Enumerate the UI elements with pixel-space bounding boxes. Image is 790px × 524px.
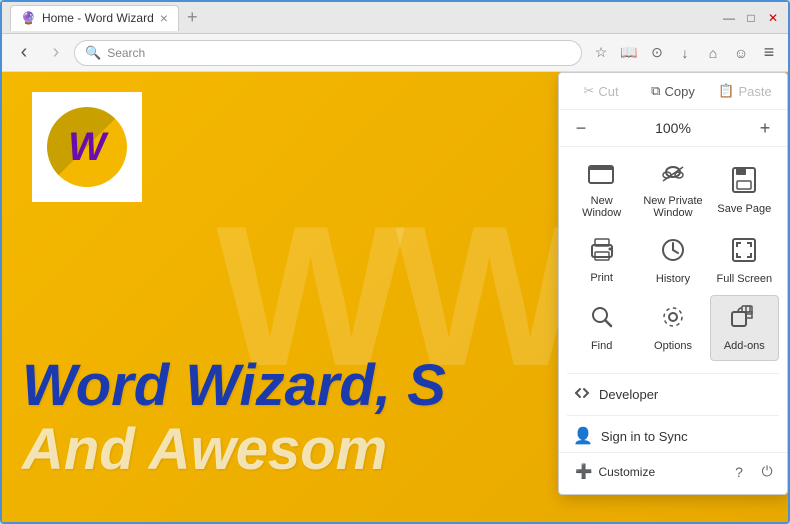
logo-letter: W bbox=[68, 125, 106, 170]
browser-window: 🔮 Home - Word Wizard × + — □ ✕ ‹ › 🔍 Sea… bbox=[0, 0, 790, 524]
pocket-icon[interactable]: ⊙ bbox=[646, 42, 668, 64]
zoom-in-button[interactable]: + bbox=[751, 114, 779, 142]
menu-private-window[interactable]: New Private Window bbox=[638, 155, 707, 227]
logo-container: W bbox=[32, 92, 142, 202]
menu-new-window[interactable]: New Window bbox=[567, 155, 636, 227]
print-label: Print bbox=[590, 272, 613, 284]
menu-options[interactable]: Options bbox=[638, 295, 707, 361]
tab-favicon: 🔮 bbox=[21, 11, 36, 25]
close-window-button[interactable]: ✕ bbox=[766, 11, 780, 25]
maximize-button[interactable]: □ bbox=[744, 11, 758, 25]
heading-line2-text: And Awesom bbox=[22, 417, 387, 482]
fullscreen-label: Full Screen bbox=[717, 273, 773, 285]
find-icon bbox=[589, 304, 615, 336]
tab-close-button[interactable]: × bbox=[160, 10, 168, 26]
heading-line1: Word Wizard, S bbox=[22, 354, 446, 418]
copy-icon: ⧉ bbox=[651, 83, 660, 99]
menu-separator-1 bbox=[567, 373, 779, 374]
cut-icon: ✂ bbox=[583, 83, 594, 99]
menu-history[interactable]: History bbox=[638, 229, 707, 293]
navigation-bar: ‹ › 🔍 Search ☆ 📖 ⊙ ↓ ⌂ ☺ ≡ bbox=[2, 34, 788, 72]
paste-button[interactable]: 📋 Paste bbox=[711, 79, 779, 103]
copy-button[interactable]: ⧉ Copy bbox=[639, 79, 707, 103]
logo-box: W bbox=[32, 92, 142, 202]
menu-separator-2 bbox=[567, 415, 779, 416]
menu-save-page[interactable]: Save Page bbox=[710, 155, 779, 227]
forward-icon: › bbox=[53, 41, 60, 64]
new-tab-button[interactable]: + bbox=[187, 7, 198, 28]
save-page-icon bbox=[731, 167, 757, 199]
menu-grid: New Window New Private Window bbox=[559, 147, 787, 369]
window-controls: — □ ✕ bbox=[722, 11, 780, 25]
history-label: History bbox=[656, 273, 690, 285]
back-icon: ‹ bbox=[21, 41, 28, 64]
find-label: Find bbox=[591, 340, 612, 352]
menu-developer[interactable]: Developer bbox=[559, 378, 787, 411]
heading-line2: And Awesom bbox=[22, 418, 446, 482]
edit-row: ✂ Cut ⧉ Copy 📋 Paste bbox=[559, 73, 787, 110]
customize-button[interactable]: ➕ Customize bbox=[569, 459, 661, 484]
menu-sync[interactable]: 👤 Sign in to Sync bbox=[559, 420, 787, 452]
menu-find[interactable]: Find bbox=[567, 295, 636, 361]
browser-tab[interactable]: 🔮 Home - Word Wizard × bbox=[10, 5, 179, 31]
new-window-label: New Window bbox=[571, 195, 632, 219]
developer-label: Developer bbox=[599, 387, 658, 402]
addons-label: Add-ons bbox=[724, 340, 765, 352]
addons-icon bbox=[730, 304, 758, 336]
home-icon[interactable]: ⌂ bbox=[702, 42, 724, 64]
sync-label: Sign in to Sync bbox=[601, 429, 688, 444]
power-icon[interactable]: ⏻ bbox=[757, 462, 777, 482]
download-icon[interactable]: ↓ bbox=[674, 42, 696, 64]
private-window-label: New Private Window bbox=[642, 195, 703, 219]
menu-button[interactable]: ≡ bbox=[758, 42, 780, 64]
title-bar: 🔮 Home - Word Wizard × + — □ ✕ bbox=[2, 2, 788, 34]
zoom-value: 100% bbox=[599, 120, 747, 136]
dropdown-menu: ✂ Cut ⧉ Copy 📋 Paste − 100% + bbox=[558, 72, 788, 495]
options-label: Options bbox=[654, 340, 692, 352]
page-heading: Word Wizard, S And Awesom bbox=[22, 354, 446, 482]
back-button[interactable]: ‹ bbox=[10, 39, 38, 67]
new-window-icon bbox=[588, 163, 616, 191]
menu-bottom-row: ➕ Customize ? ⏻ bbox=[559, 452, 787, 486]
menu-addons[interactable]: Add-ons bbox=[710, 295, 779, 361]
paste-icon: 📋 bbox=[718, 83, 734, 99]
history-icon bbox=[660, 237, 686, 269]
options-icon bbox=[660, 304, 686, 336]
zoom-row: − 100% + bbox=[559, 110, 787, 147]
page-content: WW W HOM Word Wizard, S And Awesom bbox=[2, 72, 788, 522]
search-icon: 🔍 bbox=[85, 45, 101, 61]
customize-label: Customize bbox=[598, 465, 655, 479]
zoom-out-button[interactable]: − bbox=[567, 114, 595, 142]
search-text: Search bbox=[107, 46, 145, 60]
logo-circle: W bbox=[47, 107, 127, 187]
bookmark-icon[interactable]: ☆ bbox=[590, 42, 612, 64]
menu-bottom-icons: ? ⏻ bbox=[729, 462, 777, 482]
reading-mode-icon[interactable]: 📖 bbox=[618, 42, 640, 64]
menu-fullscreen[interactable]: Full Screen bbox=[710, 229, 779, 293]
customize-icon: ➕ bbox=[575, 463, 592, 480]
url-bar[interactable]: 🔍 Search bbox=[74, 40, 582, 66]
nav-icons: ☆ 📖 ⊙ ↓ ⌂ ☺ ≡ bbox=[590, 42, 780, 64]
sync-icon: 👤 bbox=[573, 426, 593, 446]
minimize-button[interactable]: — bbox=[722, 11, 736, 25]
private-window-icon bbox=[659, 163, 687, 191]
help-icon[interactable]: ? bbox=[729, 462, 749, 482]
developer-icon bbox=[573, 384, 591, 405]
cut-button[interactable]: ✂ Cut bbox=[567, 79, 635, 103]
menu-print[interactable]: Print bbox=[567, 229, 636, 293]
tab-title: Home - Word Wizard bbox=[42, 11, 154, 25]
print-icon bbox=[588, 238, 616, 268]
save-page-label: Save Page bbox=[717, 203, 771, 215]
fullscreen-icon bbox=[731, 237, 757, 269]
user-icon[interactable]: ☺ bbox=[730, 42, 752, 64]
forward-button[interactable]: › bbox=[42, 39, 70, 67]
